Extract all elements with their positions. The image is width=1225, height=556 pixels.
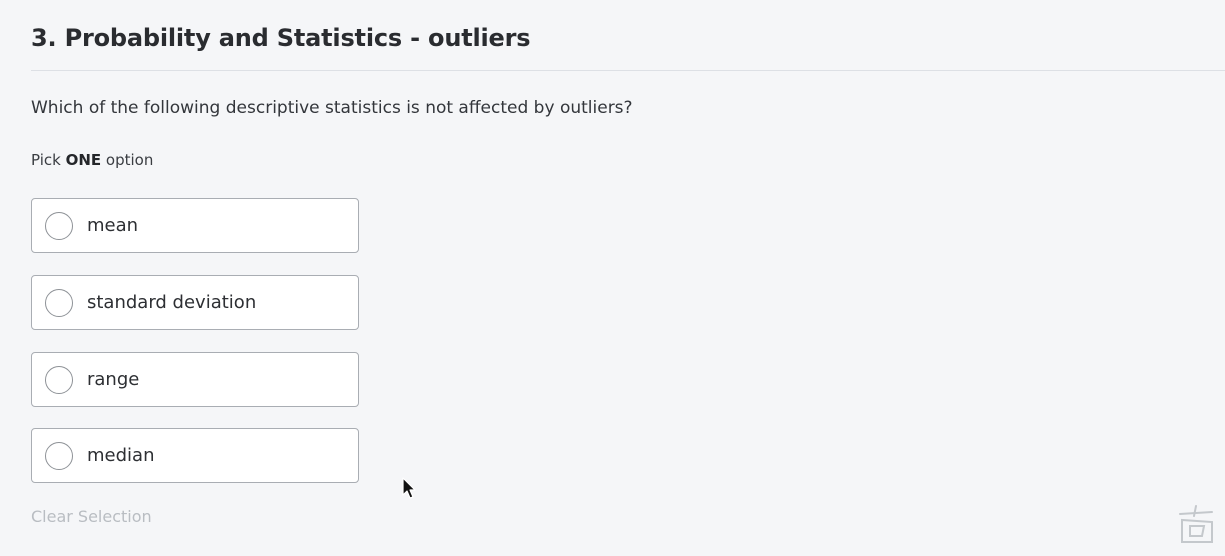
option-range[interactable]: range xyxy=(31,352,359,407)
question-title: 3. Probability and Statistics - outliers xyxy=(31,24,531,52)
watermark-logo xyxy=(1179,505,1213,543)
option-label: mean xyxy=(87,215,139,236)
option-median[interactable]: median xyxy=(31,428,359,483)
radio-unchecked-icon[interactable] xyxy=(45,442,73,470)
answer-instruction: Pick ONE option xyxy=(31,151,153,169)
title-divider xyxy=(31,70,1225,71)
radio-unchecked-icon[interactable] xyxy=(45,212,73,240)
clear-selection-link[interactable]: Clear Selection xyxy=(31,507,152,526)
option-label: standard deviation xyxy=(87,292,257,313)
option-label: median xyxy=(87,445,155,466)
radio-unchecked-icon[interactable] xyxy=(45,366,73,394)
instruction-emphasis: ONE xyxy=(65,151,102,169)
question-text: Which of the following descriptive stati… xyxy=(31,98,633,118)
instruction-prefix: Pick xyxy=(31,151,66,169)
option-label: range xyxy=(87,369,140,390)
option-mean[interactable]: mean xyxy=(31,198,359,253)
mouse-pointer-icon xyxy=(402,477,416,499)
option-standard-deviation[interactable]: standard deviation xyxy=(31,275,359,330)
instruction-suffix: option xyxy=(101,151,154,169)
radio-unchecked-icon[interactable] xyxy=(45,289,73,317)
